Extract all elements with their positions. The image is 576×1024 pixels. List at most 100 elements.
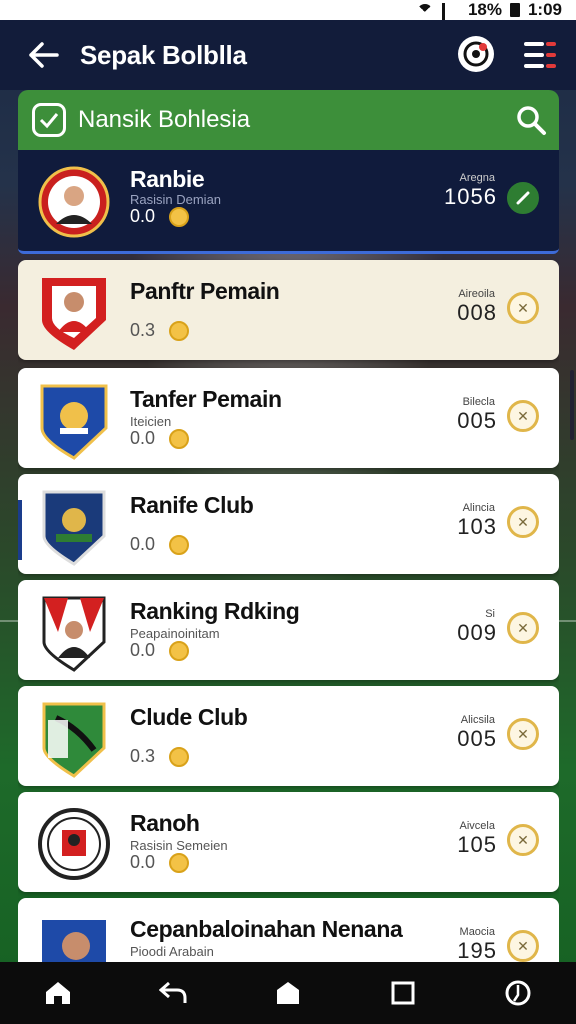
menu-icon <box>524 42 544 46</box>
row-name: Panftr Pemain <box>130 278 280 304</box>
edit-badge-icon[interactable] <box>507 182 539 214</box>
list-item[interactable]: Ranoh Rasisin Semeien 0.0 Aivcela 105 ✕ <box>18 792 559 892</box>
list-item[interactable]: Clude Club 0.3 Alicsila 005 ✕ <box>18 686 559 786</box>
list-item[interactable]: Ranife Club 0.0 Alincia 103 ✕ <box>18 474 559 574</box>
coin-icon <box>169 852 190 873</box>
row-subtitle: Rasisin Demian <box>130 192 222 207</box>
player-avatar <box>38 166 110 238</box>
score-value: 0.0 <box>130 640 156 660</box>
section-title: Nansik Bohlesia <box>78 106 251 133</box>
app-bar: Sepak Bolblla <box>0 20 576 90</box>
coin-icon <box>169 320 190 341</box>
nav-recent-button[interactable] <box>383 973 423 1013</box>
clock: 1:09 <box>527 0 562 19</box>
row-score: 0.3 <box>130 746 190 767</box>
wifi-icon <box>416 3 434 20</box>
coin-icon <box>169 746 190 767</box>
row-score: 0.3 <box>130 320 190 341</box>
league-icon <box>32 103 66 137</box>
featured-row[interactable]: Ranbie Rasisin Demian 0.0 Aregna 1056 <box>18 150 559 254</box>
row-score: 0.0 <box>130 428 190 449</box>
back-button[interactable] <box>22 33 66 77</box>
row-name: Cepanbaloinahan Nenana <box>130 916 403 942</box>
battery-percent: 18% <box>467 0 502 19</box>
rank-value: 103 <box>457 514 497 539</box>
row-name: Ranoh <box>130 810 200 836</box>
rank-value: 105 <box>457 832 497 857</box>
row-name: Clude Club <box>130 704 248 730</box>
coin-icon <box>169 428 190 449</box>
row-score: 0.0 <box>130 640 190 661</box>
status-bar: 18% 1:09 <box>0 0 576 38</box>
rank-value: 005 <box>457 726 497 751</box>
trophy-badge-icon[interactable]: ✕ <box>507 612 539 644</box>
app-title: Sepak Bolblla <box>80 39 247 70</box>
list-item[interactable]: Panftr Pemain 0.3 Aireoila 008 ✕ <box>18 260 559 360</box>
signal-icon <box>441 3 460 38</box>
search-button[interactable] <box>515 104 547 136</box>
score-value: 0.0 <box>130 852 156 872</box>
club-logo <box>42 702 106 778</box>
nav-home-button[interactable] <box>38 973 78 1013</box>
club-logo <box>42 490 106 566</box>
rank-label: Aireoila <box>458 288 495 300</box>
ranking-panel: Nansik Bohlesia Ranbie Rasisin Demian 0.… <box>18 90 559 962</box>
scrollbar-thumb[interactable] <box>570 370 574 440</box>
trophy-badge-icon[interactable]: ✕ <box>507 930 539 962</box>
score-value: 0.3 <box>130 746 156 766</box>
row-name: Ranking Rdking <box>130 598 300 624</box>
trophy-badge-icon[interactable]: ✕ <box>507 718 539 750</box>
list-item[interactable]: Ranking Rdking Peapainoinitam 0.0 Si 009… <box>18 580 559 680</box>
rank-label: Aivcela <box>459 820 495 832</box>
compass-icon <box>505 980 531 1006</box>
score-value: 0.0 <box>130 428 156 448</box>
arrow-left-icon <box>29 42 59 68</box>
score-value: 0.0 <box>130 534 156 554</box>
square-icon <box>391 981 415 1005</box>
rank-value: 195 <box>457 938 497 962</box>
club-logo <box>42 596 106 672</box>
trophy-badge-icon[interactable]: ✕ <box>507 292 539 324</box>
list-item[interactable]: Tanfer Pemain Iteicien 0.0 Bilecla 005 ✕ <box>18 368 559 468</box>
soccer-ball-icon <box>463 41 489 67</box>
coin-icon <box>169 206 190 227</box>
search-icon <box>517 106 546 135</box>
rank-label: Alicsila <box>460 714 495 726</box>
soccer-ball-button[interactable] <box>458 36 494 72</box>
club-logo <box>38 808 110 880</box>
trophy-badge-icon[interactable]: ✕ <box>507 400 539 432</box>
trophy-badge-icon[interactable]: ✕ <box>507 824 539 856</box>
row-subtitle: Peapainoinitam <box>130 626 220 641</box>
nav-undo-button[interactable] <box>153 973 193 1013</box>
trophy-badge-icon[interactable]: ✕ <box>507 506 539 538</box>
row-subtitle: Rasisin Semeien <box>130 838 228 853</box>
rank-label: Maocia <box>459 926 495 938</box>
bottom-nav <box>0 962 576 1024</box>
coin-icon <box>169 640 190 661</box>
club-logo <box>40 384 108 460</box>
nav-compass-button[interactable] <box>498 973 538 1013</box>
rank-label: Aregna <box>459 172 495 184</box>
rank-value: 005 <box>457 408 497 433</box>
row-score: 0.0 <box>130 852 190 873</box>
coin-icon <box>169 534 190 555</box>
home-icon <box>45 982 70 1004</box>
section-header: Nansik Bohlesia <box>18 90 559 150</box>
score-value: 0.0 <box>130 206 156 226</box>
house-icon <box>276 982 299 1004</box>
nav-house-button[interactable] <box>268 973 308 1013</box>
rank-label: Bilecla <box>462 396 495 408</box>
rank-value: 008 <box>457 300 497 325</box>
list-item[interactable]: Cepanbaloinahan Nenana Pioodi Arabain Ma… <box>18 898 559 962</box>
row-name: Ranbie <box>130 166 205 192</box>
player-avatar <box>42 920 106 962</box>
rank-label: Alincia <box>462 502 495 514</box>
row-name: Ranife Club <box>130 492 254 518</box>
rank-value: 1056 <box>444 184 497 209</box>
score-value: 0.3 <box>130 320 156 340</box>
row-name: Tanfer Pemain <box>130 386 282 412</box>
menu-button[interactable] <box>524 42 556 68</box>
row-score: 0.0 <box>130 534 190 555</box>
row-subtitle: Iteicien <box>130 414 172 429</box>
row-score: 0.0 <box>130 206 190 227</box>
